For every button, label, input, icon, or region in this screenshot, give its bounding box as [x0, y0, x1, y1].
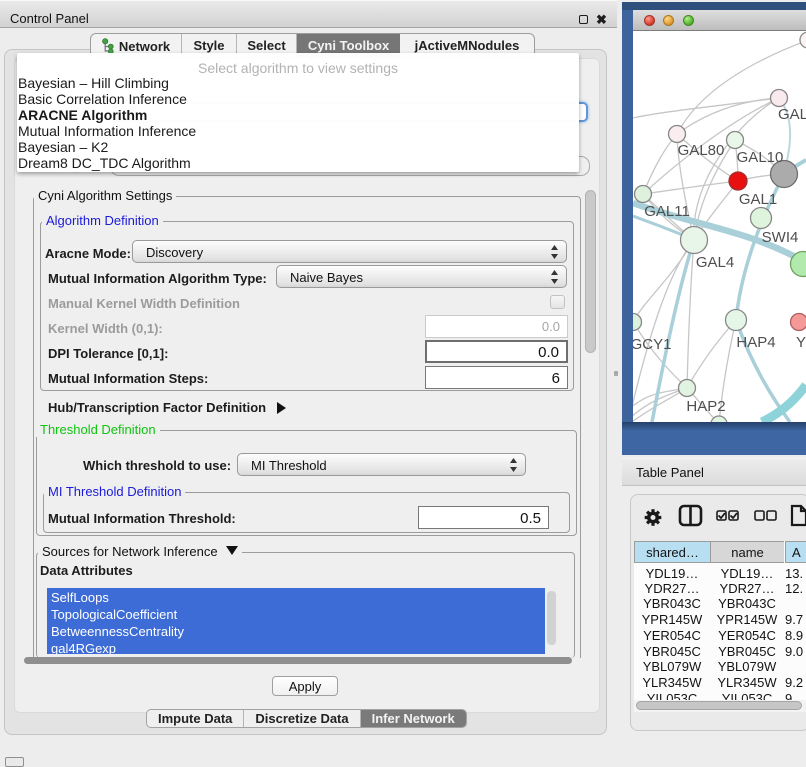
- svg-text:GAL11: GAL11: [644, 203, 690, 220]
- svg-text:GAL1: GAL1: [739, 191, 777, 208]
- svg-text:GAL80: GAL80: [678, 142, 725, 159]
- svg-text:HAP2: HAP2: [686, 398, 725, 415]
- svg-text:SWI4: SWI4: [762, 229, 799, 246]
- svg-text:GAL2: GAL2: [778, 106, 806, 123]
- svg-text:GAL4: GAL4: [696, 254, 734, 271]
- svg-text:HAP4: HAP4: [736, 334, 775, 351]
- svg-text:GCY1: GCY1: [633, 336, 671, 353]
- svg-text:GAL10: GAL10: [737, 149, 784, 166]
- svg-text:YE: YE: [796, 334, 806, 351]
